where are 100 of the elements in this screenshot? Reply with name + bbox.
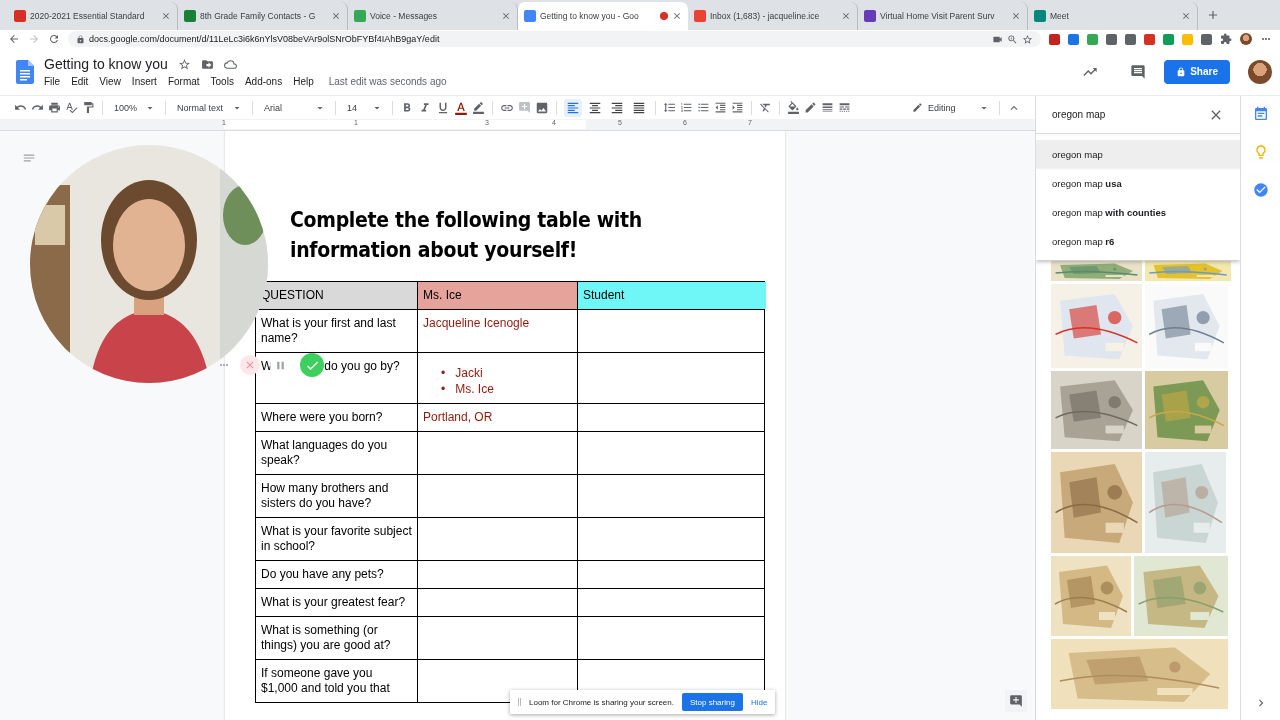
underline-icon[interactable]	[436, 100, 450, 115]
font-size-dropdown[interactable]: 14	[343, 101, 385, 114]
browser-tab[interactable]: Getting to know you - Goo	[518, 2, 688, 30]
hide-link[interactable]: Hide	[750, 697, 768, 707]
extension-icon[interactable]	[1125, 33, 1136, 45]
table-cell: Portland, OR	[417, 404, 577, 431]
table-cell-text: Do you have any pets?	[260, 566, 385, 583]
search-field[interactable]: oregon map	[1052, 109, 1208, 120]
profile-avatar[interactable]	[1240, 33, 1252, 45]
bullet-marker: •	[441, 381, 446, 397]
share-message: Loom for Chrome is sharing your screen.	[529, 697, 674, 707]
menu-item[interactable]: Tools	[210, 76, 234, 87]
cloud-icon[interactable]	[223, 57, 237, 71]
line-spacing-icon[interactable]	[663, 101, 676, 114]
add-comment-icon	[1009, 694, 1023, 708]
style-dropdown[interactable]: Normal text	[173, 101, 245, 114]
close-icon[interactable]	[331, 11, 341, 21]
close-icon[interactable]	[161, 11, 171, 21]
highlighter-icon[interactable]	[472, 101, 485, 114]
table-cell-text: Where were you born?	[260, 409, 384, 426]
add-comment-button[interactable]	[1005, 690, 1027, 712]
menu-item[interactable]: Add-ons	[244, 76, 283, 87]
paint-format-icon[interactable]	[82, 101, 95, 114]
suggestion-item[interactable]: oregon map	[1036, 140, 1240, 169]
reload-icon[interactable]	[48, 33, 60, 45]
indent-increase-icon[interactable]	[731, 101, 744, 114]
document-heading: Complete the following table with information about yourself!	[290, 207, 643, 264]
zoom-icon[interactable]	[1007, 33, 1018, 45]
extension-icon[interactable]	[1144, 33, 1155, 45]
border-dash-icon[interactable]	[838, 101, 851, 114]
print-icon[interactable]	[48, 101, 61, 114]
table-cell: Jacqueline Icenogle	[417, 310, 577, 352]
move-folder-icon[interactable]	[200, 57, 214, 71]
lock-icon	[76, 34, 85, 44]
extensions-icon[interactable]	[1220, 33, 1232, 45]
tasks-icon[interactable]	[1252, 182, 1269, 198]
indent-decrease-icon[interactable]	[714, 101, 727, 114]
extension-icon[interactable]	[1106, 33, 1117, 45]
bullet-item: Ms. Ice	[455, 381, 494, 397]
zoom-dropdown[interactable]: 100%	[110, 101, 158, 114]
close-icon[interactable]	[672, 11, 682, 21]
last-edit-status[interactable]: Last edit was seconds ago	[328, 76, 447, 87]
table-cell-text: What is something (or things) you are good at?	[260, 622, 392, 654]
fill-color-icon[interactable]	[787, 101, 800, 114]
comment-icon[interactable]	[1130, 63, 1147, 80]
close-icon[interactable]	[1011, 11, 1021, 21]
close-icon[interactable]	[1181, 11, 1191, 21]
align-icon	[610, 100, 624, 115]
spellcheck-icon[interactable]	[65, 101, 78, 114]
align-button[interactable]	[564, 98, 582, 117]
editing-mode-dropdown[interactable]: Editing	[908, 101, 992, 114]
table-cell-text: What languages do you speak?	[260, 437, 389, 469]
close-icon[interactable]	[841, 11, 851, 21]
menu-item[interactable]: Help	[293, 76, 314, 87]
extension-icon[interactable]	[1068, 33, 1079, 45]
lock-icon	[1176, 66, 1187, 77]
bulleted-list-icon[interactable]	[697, 101, 710, 114]
tab-title: 2020-2021 Essential Standard	[30, 11, 146, 21]
menu-item[interactable]: View	[99, 76, 121, 87]
border-color-icon[interactable]	[804, 101, 817, 114]
calendar-icon[interactable]	[1252, 106, 1269, 122]
menu-item[interactable]: Insert	[131, 76, 157, 87]
account-avatar[interactable]	[1248, 59, 1272, 84]
tab-title: Getting to know you - Goo	[540, 11, 640, 21]
extension-icon[interactable]	[1087, 33, 1098, 45]
tab-title: Voice - Messages	[370, 11, 439, 21]
suggestion-item[interactable]: oregon map usa	[1036, 169, 1240, 198]
menu-item[interactable]: Edit	[71, 76, 89, 87]
numbered-list-icon[interactable]	[680, 101, 693, 114]
border-width-icon[interactable]	[821, 101, 834, 114]
tab-title: 8th Grade Family Contacts - G	[200, 11, 317, 21]
bullet-item: Jacki	[455, 365, 483, 381]
menu-item[interactable]: Format	[167, 76, 200, 87]
clear-formatting-icon[interactable]	[759, 101, 772, 114]
bookmark-star-icon[interactable]	[1022, 33, 1033, 45]
extension-icon[interactable]	[1049, 33, 1060, 45]
star-icon[interactable]	[177, 57, 191, 71]
docs-logo-icon[interactable]	[16, 59, 34, 84]
text-color-icon[interactable]	[454, 100, 468, 115]
close-icon	[244, 359, 256, 371]
menu-item[interactable]: File	[44, 76, 61, 87]
column-header: Ms. Ice	[417, 282, 577, 309]
table-cell-text: What is your favorite subject in school?	[260, 523, 413, 555]
document-title[interactable]: Getting to know you	[44, 56, 168, 72]
table-cell-text: What is your first and last name?	[260, 315, 397, 347]
drag-handle-icon[interactable]	[518, 698, 521, 706]
suggestion-item[interactable]: oregon map with counties	[1036, 198, 1240, 227]
image-icon[interactable]	[535, 100, 549, 115]
suggestion-item[interactable]: oregon map r6	[1036, 227, 1240, 256]
back-icon[interactable]	[8, 33, 20, 45]
extension-icon[interactable]	[1201, 33, 1212, 45]
pencil-icon	[912, 102, 923, 113]
close-icon[interactable]	[501, 11, 511, 21]
address-bar[interactable]: docs.google.com/document/d/11LeLc3i6k6nYlsV08beVAr9olSNrObFYBf4IAhB9gaY/edit	[68, 31, 1041, 47]
share-button[interactable]: Share	[1164, 59, 1230, 84]
tab-title: Virtual Home Visit Parent Surv	[880, 11, 996, 21]
stop-sharing-button[interactable]: Stop sharing	[681, 693, 743, 711]
extension-icon[interactable]	[1163, 33, 1174, 45]
align-icon	[566, 100, 580, 115]
font-dropdown[interactable]: Arial	[260, 101, 328, 114]
